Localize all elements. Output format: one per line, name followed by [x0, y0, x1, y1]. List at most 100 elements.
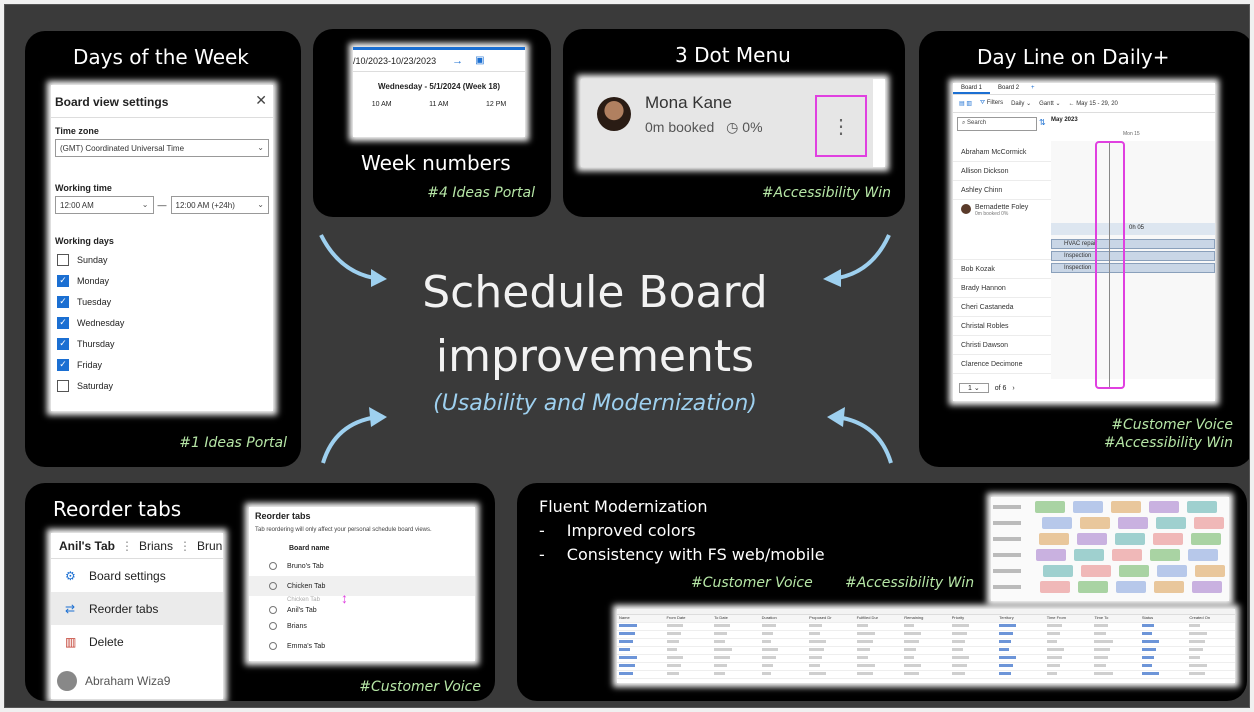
resource-row[interactable]: Cheri Castaneda	[953, 298, 1051, 317]
table-row[interactable]	[617, 647, 1235, 655]
add-tab-button[interactable]: +	[1027, 83, 1039, 94]
table-row[interactable]	[617, 623, 1235, 631]
resource-row[interactable]: Allison Dickson	[953, 162, 1051, 181]
booking-block[interactable]	[1073, 501, 1103, 513]
booking-block[interactable]	[1157, 565, 1187, 577]
booking-bar[interactable]: Inspection	[1051, 263, 1215, 273]
booking-block[interactable]	[1192, 581, 1222, 593]
booking-block[interactable]	[1187, 501, 1217, 513]
booking-block[interactable]	[1111, 501, 1141, 513]
next-page-icon[interactable]: ›	[1012, 385, 1014, 392]
working-day-checkbox[interactable]: ✓ Tuesday	[51, 291, 273, 312]
resource-row[interactable]: Christal Robles	[953, 317, 1051, 336]
table-cell	[902, 639, 950, 646]
working-day-checkbox[interactable]: Saturday	[51, 375, 273, 396]
reorder-row[interactable]: Bruno's Tab	[249, 556, 475, 576]
tab-more-icon[interactable]: ⋮	[121, 539, 133, 553]
booking-block[interactable]	[1039, 533, 1069, 545]
booking-block[interactable]	[1195, 565, 1225, 577]
day-label: Sunday	[77, 254, 108, 265]
booking-block[interactable]	[1043, 565, 1073, 577]
booking-block[interactable]	[1081, 565, 1111, 577]
sort-icon[interactable]: ⇅	[1039, 118, 1046, 127]
booking-block[interactable]	[1042, 517, 1072, 529]
resource-row[interactable]: Ashley Chinn	[953, 181, 1051, 200]
arrow-right-icon[interactable]: →	[452, 55, 463, 67]
booking-block[interactable]	[1191, 533, 1221, 545]
booking-block[interactable]	[1040, 581, 1070, 593]
booking-block[interactable]	[1188, 549, 1218, 561]
reorder-row[interactable]: Chicken Tab	[249, 576, 475, 596]
gantt-select[interactable]: Gantt ⌄	[1039, 100, 1060, 107]
search-input[interactable]: ⌕ Search	[957, 117, 1037, 131]
booking-block[interactable]	[1153, 533, 1183, 545]
booking-block[interactable]	[1035, 501, 1065, 513]
resource-row[interactable]: Abraham McCormick	[953, 143, 1051, 162]
table-row[interactable]	[617, 631, 1235, 639]
booking-block[interactable]	[1149, 501, 1179, 513]
booking-block[interactable]	[1036, 549, 1066, 561]
resource-row[interactable]: Bob Kozak	[953, 260, 1051, 279]
booking-block[interactable]	[1116, 581, 1146, 593]
day-line	[1109, 143, 1110, 387]
resource-row[interactable]: Bernadette Foley 0m booked 0%	[953, 200, 1051, 260]
booking-block[interactable]	[1154, 581, 1184, 593]
filters-button[interactable]: ⛛ Filters	[980, 100, 1003, 107]
booking-block[interactable]	[1194, 517, 1224, 529]
working-day-checkbox[interactable]: ✓ Monday	[51, 270, 273, 291]
resource-row[interactable]: Christi Dawson	[953, 336, 1051, 355]
page-select[interactable]: 1 ⌄	[959, 383, 989, 393]
table-row[interactable]	[617, 655, 1235, 663]
menu-item[interactable]: ⚙ Board settings	[51, 559, 223, 592]
booking-block[interactable]	[1150, 549, 1180, 561]
working-day-checkbox[interactable]: ✓ Thursday	[51, 333, 273, 354]
calendar-icon[interactable]: ▣	[475, 55, 484, 66]
end-time-select[interactable]: 12:00 AM (+24h) ⌄	[170, 196, 269, 214]
booking-block[interactable]	[1118, 517, 1148, 529]
booking-bar[interactable]: Inspection	[1051, 251, 1215, 261]
booking-block[interactable]	[1112, 549, 1142, 561]
working-day-checkbox[interactable]: Sunday	[51, 249, 273, 270]
working-day-checkbox[interactable]: ✓ Wednesday	[51, 312, 273, 333]
table-row[interactable]	[617, 663, 1235, 671]
daily-select[interactable]: Daily ⌄	[1011, 100, 1031, 107]
reorder-row[interactable]: Brians	[249, 616, 475, 636]
menu-item[interactable]: ▥ Delete	[51, 625, 223, 658]
start-time-select[interactable]: 12:00 AM ⌄	[55, 196, 154, 214]
resource-row[interactable]: Clarence Decimone	[953, 355, 1051, 374]
dialog-description: Tab reordering will only affect your per…	[255, 527, 432, 533]
tab-brians[interactable]: Brians	[139, 539, 173, 553]
booking-block[interactable]	[1119, 565, 1149, 577]
reorder-row[interactable]: Emma's Tab	[249, 636, 475, 656]
panel-title: 3 Dot Menu	[675, 43, 791, 67]
booking-block[interactable]	[1080, 517, 1110, 529]
booking-block[interactable]	[1115, 533, 1145, 545]
booking-bar[interactable]: HVAC repair	[1051, 239, 1215, 249]
booking-block[interactable]	[1074, 549, 1104, 561]
date-range[interactable]: ← May 15 - 29, 20	[1069, 101, 1118, 107]
table-cell	[760, 647, 808, 654]
booking-block[interactable]	[1156, 517, 1186, 529]
menu-item[interactable]: ⇄ Reorder tabs	[51, 592, 223, 625]
tab-brun[interactable]: Brun	[197, 539, 222, 553]
resource-name: Bob Kozak	[961, 265, 995, 273]
tab-anils[interactable]: Anil's Tab	[59, 539, 115, 553]
tab-board-1[interactable]: Board 1	[953, 83, 991, 94]
table-row[interactable]	[617, 671, 1235, 679]
close-icon[interactable]: ✕	[255, 92, 267, 109]
table-row[interactable]	[617, 639, 1235, 647]
table-cell	[665, 639, 713, 646]
trash-icon: ▥	[65, 634, 77, 649]
tab-board-2[interactable]: Board 2	[990, 83, 1027, 94]
table-cell	[807, 647, 855, 654]
grid-icon[interactable]: ▤ ▥	[959, 100, 972, 107]
working-day-checkbox[interactable]: ✓ Friday	[51, 354, 273, 375]
reorder-row[interactable]: Chicken Tab	[249, 596, 475, 604]
tab-more-icon[interactable]: ⋮	[179, 539, 191, 553]
booking-block[interactable]	[1077, 533, 1107, 545]
reorder-row[interactable]: Anil's Tab	[249, 604, 475, 616]
time-zone-select[interactable]: (GMT) Coordinated Universal Time ⌄	[55, 139, 269, 157]
more-options-button[interactable]: ⋮	[815, 95, 867, 157]
booking-block[interactable]	[1078, 581, 1108, 593]
resource-row[interactable]: Brady Hannon	[953, 279, 1051, 298]
